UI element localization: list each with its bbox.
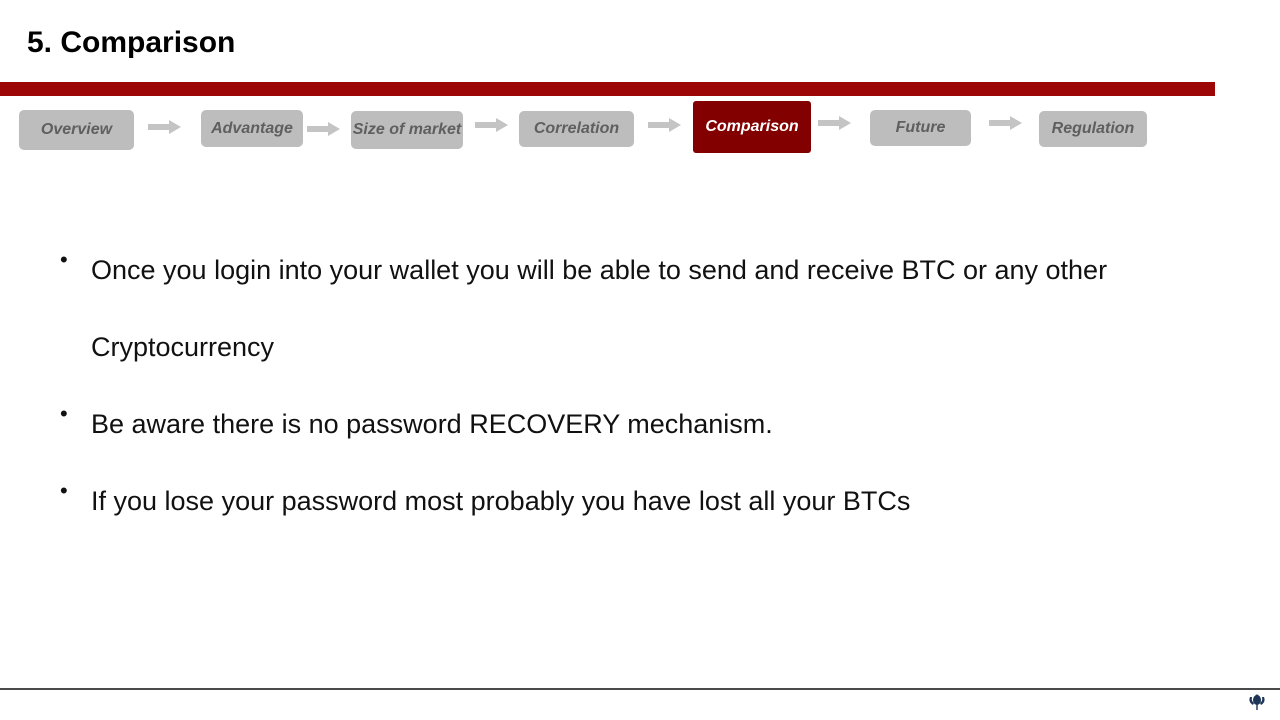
bullet-icon: • (60, 247, 68, 272)
nav-step-size-of-market[interactable]: Size of market (351, 111, 463, 149)
nav-step-overview[interactable]: Overview (19, 110, 134, 150)
right-arrow-icon (307, 122, 340, 136)
nav-step-label: Regulation (1051, 120, 1135, 137)
right-arrow-icon (148, 120, 181, 134)
right-arrow-icon (475, 118, 508, 132)
nav-step-label: Advantage (211, 119, 293, 137)
bullet-text: If you lose your password most probably … (91, 486, 911, 516)
nav-step-future[interactable]: Future (870, 110, 971, 146)
bullet-icon: • (60, 478, 68, 503)
bullet-text-continued: Cryptocurrency (91, 332, 275, 362)
nav-step-label: Comparison (705, 118, 799, 135)
right-arrow-icon (648, 118, 681, 132)
nav-step-comparison[interactable]: Comparison (693, 101, 811, 153)
footer-divider (0, 688, 1280, 690)
nav-step-label: Overview (40, 121, 113, 138)
bullet-item: • Be aware there is no password RECOVERY… (60, 386, 1240, 463)
nav-step-label: Future (895, 119, 946, 136)
bullet-item: • If you lose your password most probabl… (60, 463, 1240, 540)
right-arrow-icon (989, 116, 1022, 130)
right-arrow-icon (818, 116, 851, 130)
nav-step-label: Correlation (533, 120, 620, 137)
nav-step-correlation[interactable]: Correlation (519, 111, 634, 147)
thistle-logo-icon (1249, 694, 1265, 710)
slide-content: • Once you login into your wallet you wi… (60, 232, 1240, 540)
nav-step-label: Size of market (352, 121, 462, 138)
bullet-text: Once you login into your wallet you will… (91, 255, 1108, 285)
nav-step-regulation[interactable]: Regulation (1039, 111, 1147, 147)
bullet-item: • Once you login into your wallet you wi… (60, 232, 1240, 386)
nav-step-advantage[interactable]: Advantage (201, 110, 303, 147)
slide-title: 5. Comparison (27, 26, 236, 59)
bullet-icon: • (60, 401, 68, 426)
section-navigation: Overview Advantage Size of market Correl… (0, 100, 1280, 160)
title-accent-bar (0, 82, 1215, 96)
bullet-text: Be aware there is no password RECOVERY m… (91, 409, 773, 439)
